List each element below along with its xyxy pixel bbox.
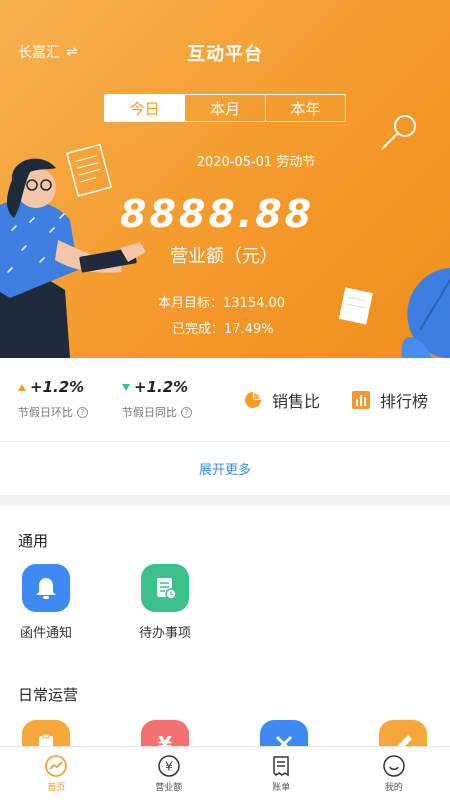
tile-pencil[interactable] bbox=[368, 720, 438, 746]
trend-down-icon bbox=[122, 383, 130, 391]
monthly-target: 本月目标：13154.00 bbox=[158, 296, 286, 311]
page-title: 互动平台 bbox=[187, 44, 263, 65]
stat-value: +1.2% bbox=[134, 378, 189, 396]
tile-letter-notice[interactable]: 函件通知 bbox=[11, 564, 81, 641]
bottom-tab-bar: 首页 ¥ 营业额 账单 我的 bbox=[0, 746, 450, 800]
bell-icon bbox=[22, 564, 70, 612]
tile-label: 待办事项 bbox=[138, 626, 191, 641]
help-icon[interactable]: ? bbox=[77, 406, 88, 418]
revenue-amount: 8888.88 bbox=[120, 192, 315, 236]
section-title: 日常运营 bbox=[18, 686, 79, 704]
tab-revenue[interactable]: ¥ 营业额 bbox=[113, 747, 226, 800]
tab-bill[interactable]: 账单 bbox=[225, 747, 338, 800]
section-general: 通用 函件通知 待办事项 bbox=[0, 506, 450, 670]
stat-holiday-yoy[interactable]: +1.2% 节假日同比? bbox=[122, 378, 192, 420]
magnifier-icon bbox=[381, 115, 416, 150]
note-icon bbox=[338, 287, 373, 325]
leaf-icon bbox=[401, 268, 450, 358]
tile-label: 函件通知 bbox=[19, 626, 72, 641]
pie-chart-icon bbox=[245, 392, 261, 408]
home-chart-icon bbox=[45, 755, 68, 777]
woman-illustration bbox=[0, 158, 146, 358]
stat-value: +1.2% bbox=[30, 378, 85, 396]
tile-todo[interactable]: 待办事项 bbox=[130, 564, 200, 641]
tile-clipboard[interactable] bbox=[11, 720, 81, 746]
tab-label: 首页 bbox=[47, 783, 66, 793]
tab-home[interactable]: 首页 bbox=[0, 747, 113, 800]
tools-icon bbox=[260, 720, 308, 746]
stat-label: 节假日同比 bbox=[122, 406, 177, 419]
yen-icon: ¥ bbox=[141, 720, 189, 746]
tile-tools[interactable] bbox=[249, 720, 319, 746]
completion-rate: 已完成：17.49% bbox=[172, 322, 274, 337]
smile-icon bbox=[383, 755, 405, 777]
todo-list-icon bbox=[141, 564, 189, 612]
tab-label: 我的 bbox=[384, 783, 403, 793]
quick-link-label: 排行榜 bbox=[380, 392, 429, 411]
tab-year[interactable]: 本年 bbox=[266, 95, 345, 121]
sales-ratio-button[interactable]: 销售比 bbox=[244, 388, 320, 412]
pencil-icon bbox=[379, 720, 427, 746]
tab-month[interactable]: 本月 bbox=[185, 95, 266, 121]
bar-chart-icon bbox=[352, 391, 370, 409]
hero-banner: 长嘉汇 ⇌ 互动平台 今日 本月 本年 2020-05-01 劳动节 8888.… bbox=[0, 0, 450, 358]
tile-yen[interactable]: ¥ bbox=[130, 720, 200, 746]
stat-holiday-mom[interactable]: +1.2% 节假日环比? bbox=[18, 378, 88, 420]
quick-link-label: 销售比 bbox=[272, 392, 321, 411]
svg-text:¥: ¥ bbox=[165, 760, 173, 774]
expand-more-link[interactable]: 展开更多 bbox=[0, 442, 450, 495]
ranking-button[interactable]: 排行榜 bbox=[352, 388, 428, 412]
tab-today[interactable]: 今日 bbox=[105, 95, 186, 121]
period-tabs: 今日 本月 本年 bbox=[104, 94, 346, 122]
tab-label: 账单 bbox=[272, 783, 291, 793]
help-icon[interactable]: ? bbox=[181, 406, 192, 418]
clipboard-icon bbox=[22, 720, 70, 746]
receipt-icon bbox=[273, 756, 289, 777]
revenue-label: 营业额（元） bbox=[170, 246, 278, 267]
section-daily-ops: 日常运营 ¥ bbox=[0, 670, 450, 746]
tab-mine[interactable]: 我的 bbox=[338, 747, 450, 800]
yen-circle-icon: ¥ bbox=[158, 755, 180, 777]
stat-label: 节假日环比 bbox=[18, 406, 73, 419]
trend-up-icon bbox=[18, 383, 26, 391]
date-label: 2020-05-01 劳动节 bbox=[196, 155, 316, 170]
tab-label: 营业额 bbox=[155, 783, 183, 793]
section-title: 通用 bbox=[18, 532, 49, 550]
